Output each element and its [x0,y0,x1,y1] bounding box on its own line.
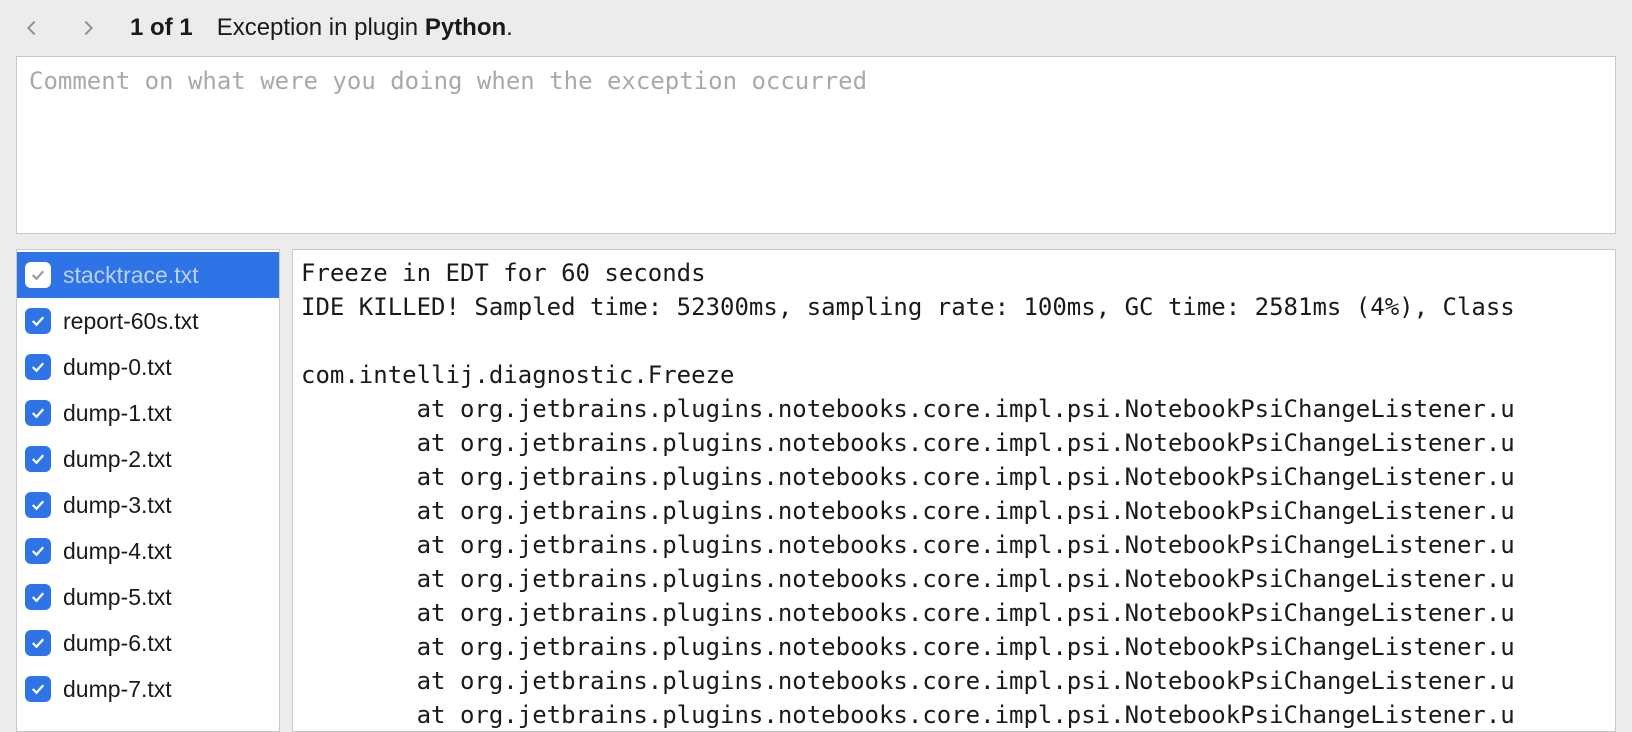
attachment-list[interactable]: stacktrace.txt report-60s.txt dump-0.txt du… [16,249,280,732]
attachment-checkbox[interactable] [25,630,51,656]
attachment-checkbox[interactable] [25,584,51,610]
body-split: stacktrace.txt report-60s.txt dump-0.txt du… [0,249,1632,732]
attachment-item[interactable]: report-60s.txt [17,298,279,344]
attachment-item[interactable]: dump-4.txt [17,528,279,574]
stacktrace-viewer[interactable]: Freeze in EDT for 60 seconds IDE KILLED!… [292,249,1616,732]
comment-section [0,56,1632,249]
attachment-label: dump-5.txt [63,584,172,611]
attachment-label: stacktrace.txt [63,262,198,289]
attachment-checkbox[interactable] [25,354,51,380]
attachment-label: dump-1.txt [63,400,172,427]
error-title-prefix: Exception in plugin [217,14,425,41]
comment-input[interactable] [16,56,1616,234]
nav-arrows [18,14,102,42]
attachment-item[interactable]: dump-5.txt [17,574,279,620]
next-error-button[interactable] [74,14,102,42]
attachment-checkbox[interactable] [25,446,51,472]
prev-error-button[interactable] [18,14,46,42]
attachment-label: dump-0.txt [63,354,172,381]
attachment-item[interactable]: dump-1.txt [17,390,279,436]
attachment-label: dump-7.txt [63,676,172,703]
attachment-item[interactable]: stacktrace.txt [17,252,279,298]
attachment-checkbox[interactable] [25,262,51,288]
error-report-dialog: 1 of 1 Exception in plugin Python. stack… [0,0,1632,732]
attachment-item[interactable]: dump-0.txt [17,344,279,390]
attachment-item[interactable]: dump-6.txt [17,620,279,666]
error-counter: 1 of 1 [130,14,193,42]
attachment-item[interactable]: dump-3.txt [17,482,279,528]
attachment-label: report-60s.txt [63,308,199,335]
attachment-label: dump-3.txt [63,492,172,519]
attachment-item[interactable]: dump-2.txt [17,436,279,482]
attachment-checkbox[interactable] [25,308,51,334]
attachment-checkbox[interactable] [25,676,51,702]
attachment-label: dump-4.txt [63,538,172,565]
error-title: Exception in plugin Python. [217,14,513,42]
error-title-plugin: Python [425,14,506,41]
attachment-checkbox[interactable] [25,400,51,426]
attachment-checkbox[interactable] [25,538,51,564]
attachment-item[interactable]: dump-7.txt [17,666,279,712]
attachment-checkbox[interactable] [25,492,51,518]
header-bar: 1 of 1 Exception in plugin Python. [0,0,1632,56]
attachment-label: dump-2.txt [63,446,172,473]
error-title-suffix: . [506,14,513,41]
attachment-label: dump-6.txt [63,630,172,657]
